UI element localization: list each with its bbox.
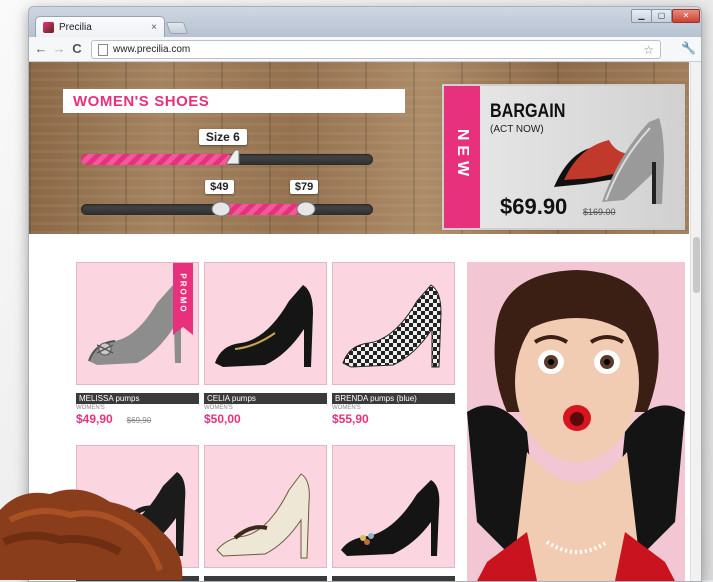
product-card[interactable] (332, 445, 455, 581)
new-tab-button[interactable] (165, 22, 189, 34)
hero-title-part2: SHOES (154, 92, 210, 110)
promo-ribbon-text: PROMO (178, 273, 188, 314)
surprised-woman-image (467, 262, 685, 581)
promo-card[interactable]: NEW BARGAIN (ACT NOW) $69.90 $169.00 (442, 84, 685, 230)
product-old-price: $69,90 (126, 416, 152, 425)
product-card[interactable]: BRENDA pumps (blue) WOMEN'S $55,90 (332, 262, 455, 426)
shoe-image (342, 284, 442, 368)
promo-ribbon: PROMO (173, 263, 193, 335)
scrollbar-thumb[interactable] (693, 237, 700, 293)
hero-title: WOMEN'S SHOES (63, 89, 405, 113)
product-brand: WOMEN'S (76, 405, 105, 411)
size-slider-fill (81, 154, 233, 165)
price-min-label: $49 (205, 180, 234, 194)
favicon-icon (43, 22, 54, 33)
price-min-handle[interactable] (211, 200, 231, 218)
tab-close-icon[interactable]: × (151, 22, 157, 33)
product-price: $49,90 $69,90 (76, 412, 199, 426)
shoe-image (341, 480, 440, 556)
product-image[interactable] (332, 262, 455, 385)
promo-price: $69.90 (500, 194, 568, 219)
browser-toolbar: ← → C www.precilia.com ☆ 🔧 (29, 37, 701, 62)
product-price: $50,00 (204, 412, 241, 426)
shoe-image (215, 285, 313, 367)
page-icon (98, 43, 108, 56)
reload-button[interactable]: C (69, 40, 85, 57)
product-image[interactable]: PROMO (76, 262, 199, 385)
product-name[interactable] (204, 576, 327, 581)
tab-title: Precilia (59, 22, 92, 33)
product-image[interactable] (332, 445, 455, 568)
hero-banner: WOMEN'S SHOES Size 6 $49 $79 NEW BARGAIN… (29, 62, 689, 234)
decorative-texture-image (0, 489, 183, 580)
promo-old-price: $169.00 (583, 207, 616, 217)
bookmark-star-icon[interactable]: ☆ (643, 43, 654, 57)
new-badge-text: NEW (454, 128, 471, 182)
price-slider-fill (221, 204, 306, 215)
product-name[interactable]: BRENDA pumps (blue) (332, 393, 455, 404)
product-price: $55,90 (332, 412, 369, 426)
product-price-value: $49,90 (76, 412, 113, 426)
hero-title-part1: WOMEN'S (73, 92, 150, 110)
price-max-handle[interactable] (296, 200, 316, 218)
product-image[interactable] (204, 445, 327, 568)
forward-button[interactable]: → (51, 40, 67, 57)
product-name[interactable] (332, 576, 455, 581)
product-card[interactable] (204, 445, 327, 581)
product-brand: WOMEN'S (332, 405, 361, 411)
product-card[interactable]: CELIA pumps WOMEN'S $50,00 (204, 262, 327, 426)
size-slider-handle[interactable] (223, 148, 243, 166)
size-label: Size 6 (198, 129, 247, 145)
product-brand: WOMEN'S (204, 405, 233, 411)
title-bar: Precilia × ▁ ▢ ✕ (29, 7, 701, 38)
new-badge: NEW (444, 86, 480, 228)
maximize-button[interactable]: ▢ (651, 9, 672, 23)
address-bar[interactable]: www.precilia.com ☆ (91, 40, 661, 59)
url-text: www.precilia.com (113, 44, 191, 55)
price-max-label: $79 (289, 180, 319, 194)
product-name[interactable]: CELIA pumps (204, 393, 327, 404)
minimize-button[interactable]: ▁ (631, 9, 652, 23)
close-window-button[interactable]: ✕ (672, 9, 700, 23)
product-name[interactable]: MELISSA pumps (76, 393, 199, 404)
wrench-menu-icon[interactable]: 🔧 (681, 41, 696, 55)
shoe-image (216, 473, 310, 559)
product-image[interactable] (204, 262, 327, 385)
vertical-scrollbar[interactable] (690, 62, 701, 581)
model-photo[interactable] (467, 262, 685, 581)
product-card[interactable]: PROMO MELISSA pumps WOMEN'S $49,90 $69,90 (76, 262, 199, 426)
browser-tab[interactable]: Precilia × (35, 16, 165, 38)
back-button[interactable]: ← (33, 40, 49, 57)
